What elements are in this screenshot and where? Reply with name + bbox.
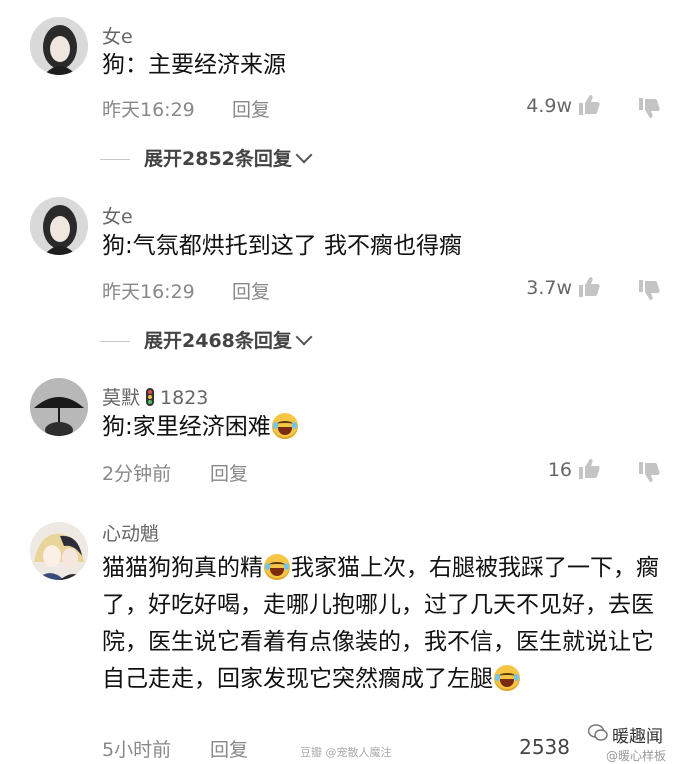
thumbs-up-icon[interactable] bbox=[577, 457, 601, 481]
expand-replies[interactable]: 展开2852条回复 bbox=[100, 144, 313, 171]
comment-text: 狗：主要经济来源 bbox=[102, 52, 286, 78]
grin-sweat-emoji bbox=[271, 413, 298, 439]
username[interactable]: 女e bbox=[102, 202, 133, 229]
username-text: 莫默 bbox=[102, 387, 141, 409]
watermark-douban: 豆瓣 @宠散人魔注 bbox=[300, 746, 392, 759]
reply-button[interactable]: 回复 bbox=[210, 459, 248, 486]
like-count: 2538 bbox=[519, 735, 570, 759]
like-count: 3.7w bbox=[526, 277, 572, 299]
reply-button[interactable]: 回复 bbox=[232, 95, 270, 122]
chevron-down-icon bbox=[295, 328, 313, 346]
thumbs-down-icon[interactable] bbox=[637, 460, 661, 484]
like-count: 4.9w bbox=[526, 95, 572, 117]
avatar[interactable] bbox=[30, 197, 88, 255]
thumbs-down-icon[interactable] bbox=[637, 278, 661, 302]
thumbs-up-icon[interactable] bbox=[577, 93, 601, 117]
divider bbox=[100, 341, 130, 342]
grin-sweat-emoji bbox=[494, 665, 520, 691]
divider bbox=[100, 159, 130, 160]
wechat-logo-icon bbox=[587, 723, 608, 746]
expand-replies-label: 展开2852条回复 bbox=[144, 148, 292, 170]
brand-subtext: @暖心样板 bbox=[606, 749, 667, 763]
timestamp: 昨天16:29 bbox=[102, 281, 195, 303]
timestamp: 5小时前 bbox=[102, 739, 172, 761]
timestamp: 昨天16:29 bbox=[102, 99, 195, 121]
grin-sweat-emoji bbox=[264, 554, 290, 580]
timestamp: 2分钟前 bbox=[102, 463, 172, 485]
username[interactable]: 莫默 1823 bbox=[102, 383, 208, 410]
avatar[interactable] bbox=[30, 17, 88, 75]
username[interactable]: 女e bbox=[102, 22, 133, 49]
expand-replies-label: 展开2468条回复 bbox=[144, 330, 292, 352]
thumbs-up-icon[interactable] bbox=[577, 275, 601, 299]
avatar[interactable] bbox=[30, 522, 88, 580]
comment-text: 狗:家里经济困难 bbox=[102, 409, 662, 446]
like-count: 16 bbox=[547, 459, 572, 481]
reply-button[interactable]: 回复 bbox=[232, 277, 270, 304]
comment-text: 猫猫狗狗真的精 我家猫上次，右腿被我踩了一下，瘸了，好吃好喝，走哪儿抱哪儿，过了几… bbox=[102, 550, 662, 698]
comment-text: 狗:气氛都烘托到这了 我不瘸也得瘸 bbox=[102, 233, 463, 259]
username[interactable]: 心动魈 bbox=[102, 519, 159, 546]
reply-button[interactable]: 回复 bbox=[210, 735, 248, 762]
user-level: 1823 bbox=[160, 387, 209, 409]
avatar[interactable] bbox=[30, 378, 88, 436]
expand-replies[interactable]: 展开2468条回复 bbox=[100, 326, 313, 353]
chevron-down-icon bbox=[295, 146, 313, 164]
level-badge-icon bbox=[146, 388, 155, 406]
brand-name: 暖趣闻 bbox=[612, 727, 663, 747]
comment-text-body: 狗:家里经济困难 bbox=[102, 414, 271, 440]
brand-watermark: 暖趣闻 @暖心样板 bbox=[587, 722, 667, 764]
thumbs-down-icon[interactable] bbox=[637, 96, 661, 120]
comment-text-part1: 猫猫狗狗真的精 bbox=[102, 555, 263, 581]
